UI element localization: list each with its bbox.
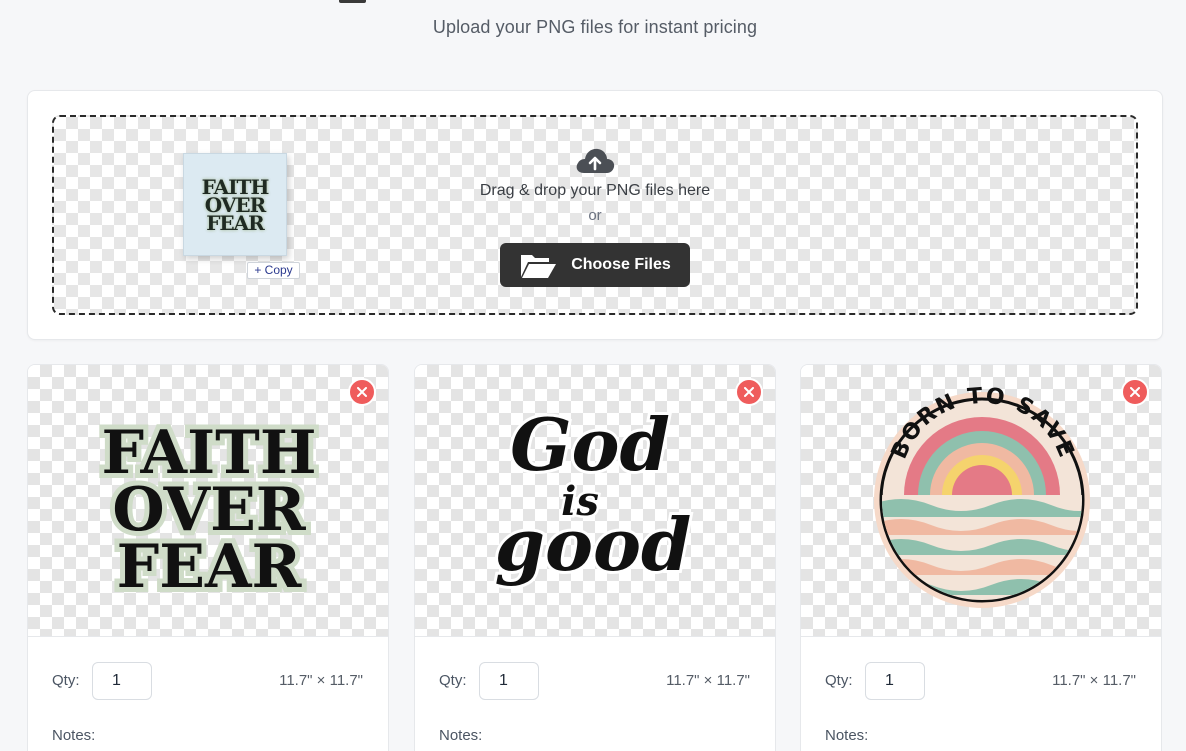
close-icon bbox=[1130, 387, 1140, 397]
product-card: FAITH OVER FEAR Qty: 11.7" × 11.7" Notes… bbox=[27, 364, 389, 751]
qty-label: Qty: bbox=[52, 672, 80, 689]
dropzone-title: Drag & drop your PNG files here bbox=[479, 182, 711, 199]
product-image: BORN TO SAVE bbox=[801, 365, 1161, 637]
product-card: God is good Qty: 11.7" × 11.7" Notes: bbox=[414, 364, 776, 751]
notes-label: Notes: bbox=[825, 727, 869, 744]
page-subtitle: Upload your PNG files for instant pricin… bbox=[432, 17, 758, 37]
faith-over-fear-art: FAITH OVER FEAR bbox=[96, 413, 321, 607]
choose-files-label: Choose Files bbox=[571, 256, 671, 273]
notes-label: Notes: bbox=[52, 727, 96, 744]
art-line: God bbox=[510, 402, 670, 487]
dropzone-or: or bbox=[588, 207, 602, 224]
dropzone[interactable]: FAITH OVER FEAR + Copy Drag & drop your … bbox=[52, 115, 1138, 315]
born-to-save-art: BORN TO SAVE bbox=[874, 384, 1090, 608]
size-label: 11.7" × 11.7" bbox=[1052, 672, 1136, 689]
header-logo-fragment bbox=[339, 0, 366, 3]
art-line: FEAR bbox=[117, 532, 303, 602]
upload-card: FAITH OVER FEAR + Copy Drag & drop your … bbox=[27, 90, 1163, 340]
art-line: good bbox=[495, 502, 692, 587]
notes-label: Notes: bbox=[439, 727, 483, 744]
dropzone-prompt: Drag & drop your PNG files here or bbox=[54, 145, 1136, 224]
size-label: 11.7" × 11.7" bbox=[666, 672, 750, 689]
remove-item-button[interactable] bbox=[348, 378, 376, 406]
cloud-upload-icon bbox=[576, 148, 615, 173]
product-card: BORN TO SAVE Qty: 11.7" × 11.7" Notes: bbox=[800, 364, 1162, 751]
size-label: 11.7" × 11.7" bbox=[279, 672, 363, 689]
folder-open-icon bbox=[521, 255, 557, 278]
page: Upload your PNG files for instant pricin… bbox=[0, 0, 1186, 751]
choose-files-button[interactable]: Choose Files bbox=[500, 243, 690, 287]
remove-item-button[interactable] bbox=[1121, 378, 1149, 406]
close-icon bbox=[357, 387, 367, 397]
remove-item-button[interactable] bbox=[735, 378, 763, 406]
qty-input[interactable] bbox=[479, 662, 539, 700]
product-image: God is good bbox=[415, 365, 775, 637]
close-icon bbox=[744, 387, 754, 397]
qty-input[interactable] bbox=[865, 662, 925, 700]
qty-input[interactable] bbox=[92, 662, 152, 700]
qty-label: Qty: bbox=[439, 672, 467, 689]
drag-copy-badge: + Copy bbox=[247, 262, 300, 279]
god-is-good-art: God is good bbox=[492, 399, 695, 590]
product-image: FAITH OVER FEAR bbox=[28, 365, 388, 637]
qty-label: Qty: bbox=[825, 672, 853, 689]
